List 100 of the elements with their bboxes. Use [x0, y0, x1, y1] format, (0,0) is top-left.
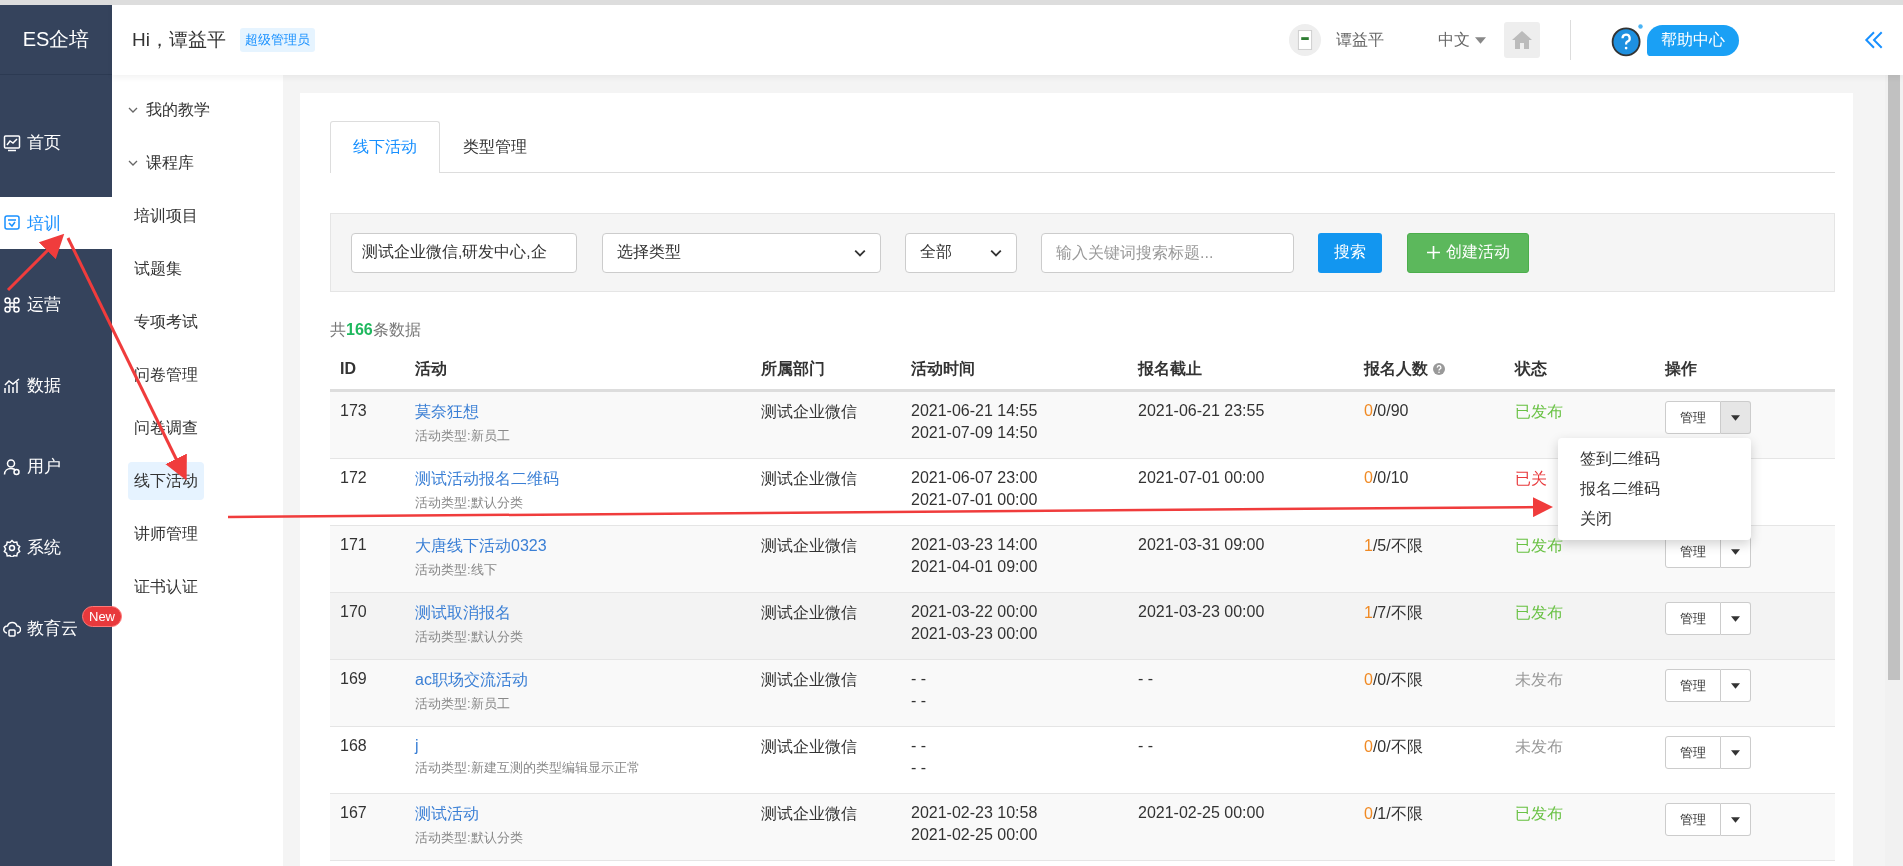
nav-item[interactable]: 运营 — [0, 264, 61, 345]
status-text: 已发布 — [1515, 536, 1563, 556]
column-header: 操作 — [1665, 358, 1697, 379]
role-badge: 超级管理员 — [239, 28, 315, 52]
table-cell: 173 — [340, 402, 367, 420]
activity-link[interactable]: 莫奈狂想 — [415, 402, 479, 423]
collapse-icon[interactable] — [1863, 29, 1885, 51]
table-cell: - - — [911, 692, 927, 710]
chart-icon — [3, 133, 21, 152]
column-header: 报名人数 — [1364, 358, 1428, 379]
table-cell: 169 — [340, 670, 367, 688]
table-cell: 168 — [340, 737, 367, 755]
submenu-item[interactable]: 线下活动 — [128, 462, 204, 500]
table-cell: 2021-07-01 00:00 — [911, 491, 1038, 509]
activity-type: 活动类型:默认分类 — [415, 494, 523, 512]
column-header: 状态 — [1515, 358, 1547, 379]
manage-button[interactable]: 管理 — [1665, 401, 1721, 434]
table-cell: - - — [1138, 737, 1154, 755]
table-cell: 2021-07-01 00:00 — [1138, 469, 1265, 487]
nav-item[interactable]: 数据 — [0, 345, 61, 426]
submenu-item[interactable]: 试题集 — [128, 250, 188, 288]
activity-link[interactable]: 测试活动报名二维码 — [415, 469, 559, 490]
table-cell: 2021-03-23 00:00 — [911, 625, 1038, 643]
nav-item[interactable]: 首页 — [0, 102, 61, 183]
record-count: 共166条数据 — [330, 320, 422, 340]
activity-type: 活动类型:新建互测的类型编辑显示正常 — [415, 759, 640, 777]
table-cell: 2021-07-09 14:50 — [911, 424, 1038, 442]
submenu-item[interactable]: 培训项目 — [128, 197, 204, 235]
nav-item[interactable]: 用户 — [0, 426, 61, 507]
table-cell: 2021-03-23 14:00 — [911, 536, 1038, 554]
menu-item[interactable]: 报名二维码 — [1558, 474, 1751, 504]
table-cell: 2021-02-25 00:00 — [911, 826, 1038, 844]
menu-item[interactable]: 签到二维码 — [1558, 444, 1751, 474]
table-cell: 2021-03-22 00:00 — [911, 603, 1038, 621]
activity-type: 活动类型:新员工 — [415, 695, 510, 713]
manage-button[interactable]: 管理 — [1665, 803, 1721, 836]
activity-type: 活动类型:线下 — [415, 561, 497, 579]
activity-link[interactable]: 测试取消报名 — [415, 603, 511, 624]
table-cell: 0/0/10 — [1364, 469, 1409, 487]
menu-item[interactable]: 关闭 — [1558, 504, 1751, 534]
table-cell: 2021-04-01 09:00 — [911, 558, 1038, 576]
new-badge: New — [82, 606, 122, 627]
department-field[interactable]: 测试企业微信,研发中心,企 — [351, 232, 577, 273]
chevron-icon — [990, 248, 1002, 257]
activity-link[interactable]: 大唐线下活动0323 — [415, 536, 547, 557]
chevron-icon — [128, 158, 138, 168]
submenu-item[interactable]: 专项考试 — [128, 303, 204, 341]
submenu-item[interactable]: 课程库 — [128, 144, 200, 182]
table-cell-text: 0/0/不限 — [1364, 737, 1423, 757]
nav-item[interactable]: 教育云 — [0, 588, 78, 669]
nav-item[interactable]: 系统 — [0, 507, 61, 588]
keyword-field[interactable]: 输入关键词搜索标题... — [1041, 232, 1294, 273]
manage-button[interactable]: 管理 — [1665, 602, 1721, 635]
plus-icon — [1426, 246, 1440, 259]
dropdown-toggle[interactable] — [1721, 669, 1751, 702]
table-cell: - - — [911, 670, 927, 688]
user-name[interactable]: 谭益平 — [1336, 29, 1384, 51]
status-text: 已发布 — [1515, 603, 1563, 623]
caret-icon — [1731, 816, 1740, 823]
status-select[interactable]: 全部 — [905, 232, 1017, 273]
cloud-icon — [3, 619, 21, 638]
manage-button[interactable]: 管理 — [1665, 669, 1721, 702]
settings-icon — [3, 538, 21, 557]
language-select[interactable]: 中文 — [1438, 29, 1486, 51]
table-cell-text: 测试企业微信 — [761, 670, 857, 690]
dropdown-toggle[interactable] — [1721, 602, 1751, 635]
activity-type: 活动类型:默认分类 — [415, 829, 523, 847]
table-cell-text: 1/7/不限 — [1364, 603, 1423, 623]
dropdown-toggle[interactable] — [1721, 803, 1751, 836]
chevron-icon — [854, 248, 866, 257]
caret-icon — [1475, 36, 1486, 44]
user-icon — [3, 457, 21, 476]
submenu-item[interactable]: 证书认证 — [128, 568, 204, 606]
table-cell: 2021-03-31 09:00 — [1138, 536, 1265, 554]
activity-link[interactable]: j — [415, 737, 419, 755]
dropdown-toggle[interactable] — [1721, 736, 1751, 769]
table-cell: - - — [1138, 670, 1154, 688]
help-icon[interactable] — [1609, 22, 1645, 58]
manage-button[interactable]: 管理 — [1665, 736, 1721, 769]
table-cell-text: 测试企业微信 — [761, 469, 857, 489]
scrollbar[interactable] — [1885, 75, 1903, 866]
activity-link[interactable]: ac职场交流活动 — [415, 670, 528, 691]
caret-icon — [1731, 548, 1740, 555]
dropdown-toggle[interactable] — [1721, 401, 1751, 434]
activity-link[interactable]: 测试活动 — [415, 804, 479, 825]
chevron-icon — [128, 105, 138, 115]
column-header: 报名截止 — [1138, 358, 1202, 379]
table-cell: 2021-06-21 14:55 — [911, 402, 1038, 420]
table-cell: - - — [911, 737, 927, 755]
submenu-item[interactable]: 讲师管理 — [128, 515, 204, 553]
table-cell: 2021-06-21 23:55 — [1138, 402, 1265, 420]
tab[interactable]: 类型管理 — [440, 121, 550, 172]
activity-type: 活动类型:默认分类 — [415, 628, 523, 646]
status-text: 已发布 — [1515, 402, 1563, 422]
column-header: 活动时间 — [911, 358, 975, 379]
caret-icon — [1731, 749, 1740, 756]
submenu-item[interactable]: 我的教学 — [128, 91, 216, 129]
type-select[interactable]: 选择类型 — [602, 232, 881, 273]
status-text: 已发布 — [1515, 804, 1563, 824]
status-text: 未发布 — [1515, 737, 1563, 757]
